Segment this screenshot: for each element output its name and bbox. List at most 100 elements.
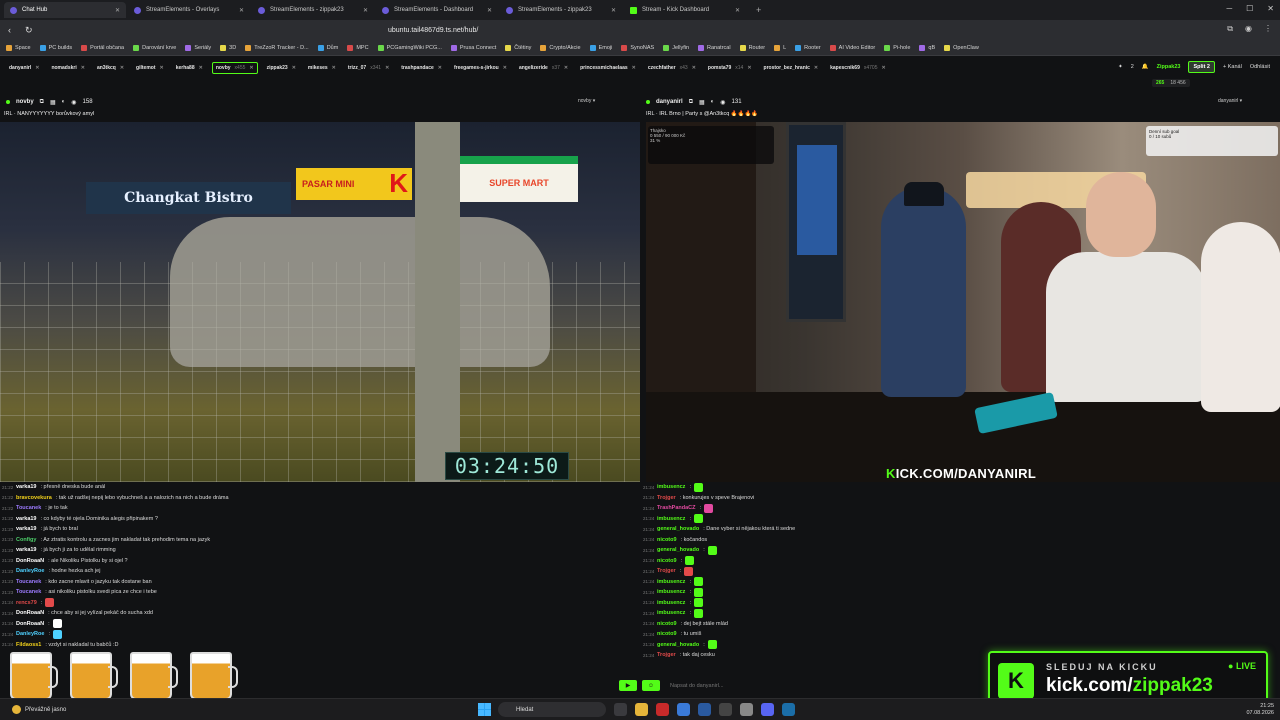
chat-username[interactable]: imbusencz [657, 484, 685, 490]
chat-username[interactable]: general_hovado [657, 547, 699, 553]
pin-icon[interactable]: ✦ [1118, 64, 1123, 70]
bookmark-item[interactable]: Space [6, 44, 31, 51]
channel-tab[interactable]: zippak23 ✕ [264, 63, 299, 73]
extensions-icon[interactable]: ⧉ [1227, 24, 1233, 34]
tab-close-icon[interactable]: ✕ [487, 7, 492, 14]
channel-tab-close-icon[interactable]: ✕ [564, 65, 568, 71]
channel-tab-close-icon[interactable]: ✕ [332, 65, 336, 71]
channel-tab[interactable]: giltemot ✕ [133, 63, 167, 73]
browser-tab[interactable]: Stream - Kick Dashboard ✕ [624, 2, 746, 18]
chat-username[interactable]: nicoto9 [657, 537, 677, 543]
chat-username[interactable]: Trojger [657, 495, 676, 501]
bookmark-item[interactable]: Seriály [185, 44, 211, 51]
channel-tab-close-icon[interactable]: ✕ [249, 65, 253, 71]
bookmark-item[interactable]: Ranatrcal [698, 44, 731, 51]
left-video-player[interactable]: Changkat Bistro PASAR MINI K SUPER MART … [0, 122, 640, 482]
channel-tab[interactable]: pomsta79 x14 ✕ [705, 63, 755, 73]
mute-icon[interactable]: ◐ [62, 99, 66, 105]
task-view-icon[interactable] [614, 703, 627, 716]
channel-tab[interactable]: kerha88 ✕ [173, 63, 206, 73]
send-button[interactable]: ▶ [619, 680, 637, 691]
chat-username[interactable]: nicoto9 [657, 621, 677, 627]
split-button[interactable]: Split 2 [1188, 61, 1215, 73]
brave-icon[interactable] [656, 703, 669, 716]
left-channel-select[interactable]: novby ▾ [578, 98, 595, 104]
clock[interactable]: 21:25 07.08.2026 [1246, 703, 1274, 717]
taskbar-search[interactable]: Hledat [498, 702, 606, 717]
chat-username[interactable]: Configy [16, 537, 36, 543]
bookmark-item[interactable]: TreZzoR Tracker - D... [245, 44, 309, 51]
channel-tab[interactable]: trashpandace ✕ [398, 63, 445, 73]
url-field[interactable]: ubuntu.tail4867d9.ts.net/hub/ [368, 22, 910, 38]
right-channel-select[interactable]: danyanirl ▾ [1218, 98, 1242, 104]
channel-tab-close-icon[interactable]: ✕ [199, 65, 203, 71]
add-channel-button[interactable]: + Kanál [1223, 64, 1242, 70]
browser-tab[interactable]: StreamElements - Overlays ✕ [128, 2, 250, 18]
bookmark-item[interactable]: L [774, 44, 786, 51]
bookmark-item[interactable]: Dům [317, 44, 338, 51]
channel-tab-close-icon[interactable]: ✕ [292, 65, 296, 71]
close-window-icon[interactable]: ✕ [1267, 4, 1274, 13]
bookmark-item[interactable]: Router [739, 44, 765, 51]
popout-icon[interactable]: ⧉ [689, 99, 693, 106]
channel-tab[interactable]: an3tkcq ✕ [94, 63, 127, 73]
popout-icon[interactable]: ⧉ [40, 99, 44, 106]
bookmark-item[interactable]: MPC [347, 44, 369, 51]
channel-tab[interactable]: prostor_bez_hranic ✕ [761, 63, 822, 73]
browser-tab[interactable]: StreamElements - zippak23 ✕ [500, 2, 622, 18]
minimize-icon[interactable]: ─ [1226, 4, 1232, 13]
bookmark-item[interactable]: Čtětiny [505, 44, 531, 51]
channel-tab[interactable]: freegames-s-jirkou ✕ [451, 63, 510, 73]
chat-username[interactable]: varka19 [16, 526, 37, 532]
chat-username[interactable]: DonRoaaN [16, 558, 44, 564]
chat-username[interactable]: Toucanek [16, 589, 41, 595]
new-tab-icon[interactable]: + [756, 5, 761, 15]
tab-close-icon[interactable]: ✕ [115, 7, 120, 14]
bookmark-item[interactable]: Prusa Connect [450, 44, 496, 51]
chat-username[interactable]: imbusencz [657, 579, 685, 585]
channel-tab-close-icon[interactable]: ✕ [385, 65, 389, 71]
chat-username[interactable]: DanleyRoe [16, 568, 44, 574]
left-chat[interactable]: 21:22 varka19: přesně dneska bude anál 21:… [2, 482, 632, 668]
profile-icon[interactable]: ◉ [1245, 24, 1252, 34]
bookmark-item[interactable]: SynoNAS [621, 44, 654, 51]
chat-username[interactable]: Toucanek [16, 579, 41, 585]
chat-username[interactable]: DanleyRoe [16, 631, 44, 637]
channel-tab[interactable]: czechfather x43 ✕ [645, 63, 699, 73]
channel-tab-close-icon[interactable]: ✕ [35, 65, 39, 71]
chat-username[interactable]: DonRoaaN [16, 621, 44, 627]
chat-username[interactable]: Fildaoss1 [16, 642, 41, 648]
channel-tab[interactable]: nomadskri ✕ [48, 63, 88, 73]
discord-icon[interactable] [761, 703, 774, 716]
chat-username[interactable]: DonRoaaN [16, 610, 44, 616]
channel-tab-close-icon[interactable]: ✕ [814, 65, 818, 71]
chat-username[interactable]: varka19 [16, 484, 37, 490]
chat-username[interactable]: imbusencz [657, 610, 685, 616]
right-video-player[interactable]: Thajsko 0 550 / 90 000 Kč 31 % Denní sub… [646, 122, 1280, 482]
tab-close-icon[interactable]: ✕ [239, 7, 244, 14]
chat-username[interactable]: TrashPandaCZ [657, 505, 696, 511]
tab-close-icon[interactable]: ✕ [363, 7, 368, 14]
start-button[interactable] [478, 703, 491, 716]
back-icon[interactable]: ‹ [8, 25, 11, 36]
steam-icon[interactable] [782, 703, 795, 716]
logout-button[interactable]: Odhlásit [1250, 64, 1270, 70]
chat-icon[interactable]: ▦ [699, 99, 705, 106]
mute-icon[interactable]: ◐ [711, 99, 715, 105]
channel-tab[interactable]: mikeses ✕ [305, 63, 339, 73]
chat-username[interactable]: Toucanek [16, 505, 41, 511]
bell-icon[interactable]: 🔔 [1142, 64, 1149, 70]
app-icon[interactable] [677, 703, 690, 716]
browser-tab[interactable]: Chat Hub ✕ [4, 2, 126, 18]
bookmark-item[interactable]: AI Video Editor [829, 44, 875, 51]
channel-tab-close-icon[interactable]: ✕ [692, 65, 696, 71]
channel-tab-close-icon[interactable]: ✕ [503, 65, 507, 71]
bookmark-item[interactable]: PC builds [39, 44, 72, 51]
chat-username[interactable]: imbusencz [657, 516, 685, 522]
vscode-icon[interactable] [698, 703, 711, 716]
chat-username[interactable]: varka19 [16, 516, 37, 522]
channel-tab-close-icon[interactable]: ✕ [81, 65, 85, 71]
bookmark-item[interactable]: PCGamingWiki PCG... [377, 44, 442, 51]
bookmark-item[interactable]: Emoji [589, 44, 612, 51]
chat-username[interactable]: rencs79 [16, 600, 37, 606]
